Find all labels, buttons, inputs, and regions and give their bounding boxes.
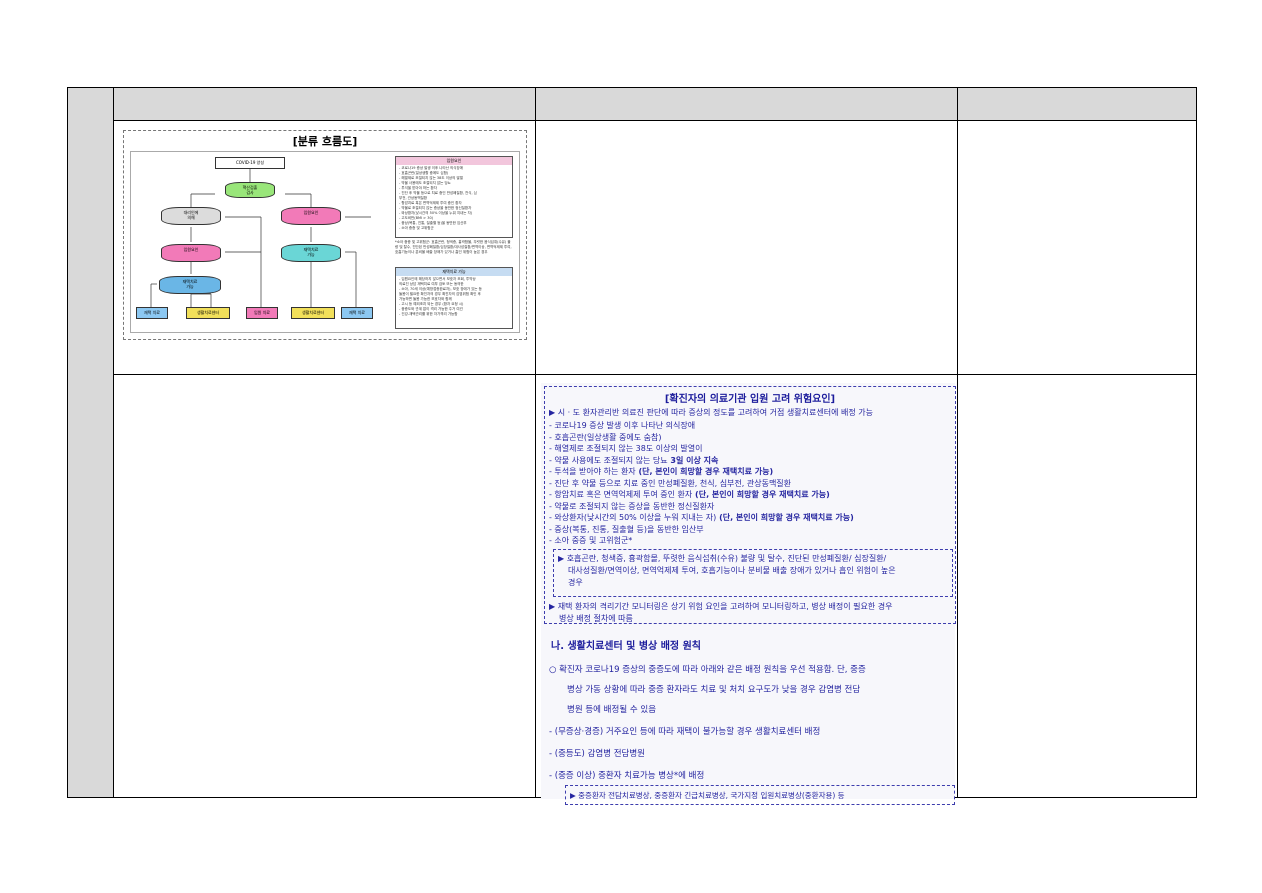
risk-factor-panel: [확진자의 의료기관 입원 고려 위험요인] ▶ 시 · 도 환자관리반 의료진… [541,383,956,805]
rule-2: - (중등도) 감염병 전담병원 [549,749,646,759]
flow-decision-2: 대리인에 의해 [161,207,221,225]
home-treatment-title: 재택치료 가능 [396,268,512,276]
risk-item: - 중상(복통, 진통, 질출혈 등)을 동반한 임산부 [549,524,704,534]
comparison-table: [분류 흐름도] COVID-19 양성 핵산검출 검사 대리인에 의해 입원요… [67,87,1197,805]
flow-decision-1: 핵산검출 검사 [225,182,275,198]
risk-item: - 투석을 받아야 하는 환자 (단, 본인이 희망할 경우 재택치료 가능) [549,467,774,476]
flowchart-canvas: COVID-19 양성 핵산검출 검사 대리인에 의해 입원요인 입원요인 재택… [130,151,520,333]
rule-3: - (중증 이상) 중환자 치료가능 병상*에 배정 [549,771,705,781]
footnote-text: ▶ 중증환자 전담치료병상, 중증환자 긴급치료병상, 국가지정 입원치료병상(… [570,791,845,800]
principle-line-1: ○ 확진자 코로나19 증상의 중증도에 따라 아래와 같은 배정 원칙을 우선… [549,665,866,675]
home-treatment-list: - 입원요인에 해당하지 않으면서 보호자 조회, 투약상 의료진 상담 재택치… [396,276,512,318]
flow-decision-5: 재택치료 가능 [281,244,341,262]
flow-outcome-hospital: 입원 치료 [246,307,278,319]
child-note-line-2: 대사성질환/면역이상, 면역억제제 투여, 호흡기능이나 분비물 배출 장애가 … [568,566,896,575]
flowchart-title: [분류 흐름도] [292,135,358,148]
risk-title: [확진자의 의료기관 입원 고려 위험요인] [664,394,836,405]
principle-line-3: 병원 등에 배정될 수 있음 [567,705,657,715]
classification-flowchart: [분류 흐름도] COVID-19 양성 핵산검출 검사 대리인에 의해 입원요… [123,130,527,340]
child-note-line-3: 경우 [568,578,583,587]
side-list-item: - 소아 중증 및 고위험군 [399,226,434,230]
risk-intro: ▶ 시 · 도 환자관리반 의료진 판단에 따라 증상의 정도를 고려하여 거점… [549,408,873,417]
child-risk-note: *소아 중증 및 고위험군: 호흡곤란, 청색증, 흉곽함몰, 뚜렷한 음식섭취… [395,240,512,254]
footnote-box: ▶ 중증환자 전담치료병상, 중증환자 긴급치료병상, 국가지정 입원치료병상(… [565,785,955,805]
risk-item-bold: 3일 이상 지속 [667,455,719,465]
home-treatment-box: 재택치료 가능 - 입원요인에 해당하지 않으면서 보호자 조회, 투약상 의료… [395,267,513,329]
flow-decision-3: 입원요인 [281,207,341,225]
risk-item-bold: (단, 본인이 희망할 경우 재택치료 가능) [635,467,774,476]
admission-factors-list: - 코로나19 증상 발생 이후 나타난 의식장애 - 호흡곤란(일상생활 중에도… [396,165,512,232]
risk-item: - 약물 사용에도 조절되지 않는 당뇨 3일 이상 지속 [549,455,719,465]
flow-outcome-center-2: 생활치료센터 [291,307,335,319]
risk-item: - 호흡곤란(일상생활 중에도 숨참) [549,432,662,442]
flow-start-box: COVID-19 양성 [215,157,285,169]
table-header-row [68,88,1196,121]
rule-1: - (무증상·경증) 거주요인 등에 따라 재택이 불가능할 경우 생활치료센터… [549,727,821,737]
row-number-column [68,88,113,797]
principle-line-2: 병상 가동 상황에 따라 중증 환자라도 치료 및 처치 요구도가 낮을 경우 … [567,685,861,695]
risk-item: - 코로나19 증상 발생 이후 나타난 의식장애 [549,421,696,430]
flow-outcome-home-1: 재택 치료 [136,307,168,319]
risk-item: - 약물로 조절되지 않는 증상을 동반한 정신질환자 [549,501,715,511]
side-list-item: - 건강-재택관리를 위한 자가격리 가능함 [399,312,458,316]
child-note-line-1: ▶ 호흡곤란, 청색증, 흉곽함몰, 뚜렷한 음식섭취(수유) 불량 및 탈수,… [558,554,887,563]
risk-item: - 항암치료 혹은 면역억제제 투여 중인 환자 (단, 본인이 희망할 경우 … [549,490,830,499]
risk-item-bold: (단, 본인이 희망할 경우 재택치료 가능) [692,490,830,499]
risk-factor-box: [확진자의 의료기관 입원 고려 위험요인] ▶ 시 · 도 환자관리반 의료진… [544,386,956,624]
flow-outcome-home-2: 재택 치료 [341,307,373,319]
flow-outcome-center-1: 생활치료센터 [186,307,230,319]
risk-item: - 해열제로 조절되지 않는 38도 이상의 발열이 [549,444,703,453]
home-note-line-2: 병상 배정 절차에 따름 [559,614,633,623]
risk-item: - 소아 중증 및 고위험군* [549,536,633,545]
home-note-line-1: ▶ 재택 환자의 격리기간 모니터링은 상기 위험 요인을 고려하여 모니터링하… [549,602,893,611]
risk-item: - 와상환자(낮시간의 50% 이상을 누워 지내는 자) (단, 본인이 희망… [549,513,854,522]
admission-factors-title: 입원요인 [396,157,512,165]
risk-item-bold: (단, 본인이 희망할 경우 재택치료 가능) [716,513,854,522]
flow-decision-4: 입원요인 [161,244,221,262]
admission-factors-box: 입원요인 - 코로나19 증상 발생 이후 나타난 의식장애 - 호흡곤란(일상생… [395,156,513,238]
flow-decision-6: 재택치료 가능 [159,276,221,294]
section-title: 나. 생활치료센터 및 병상 배정 원칙 [551,641,702,652]
child-note-box: ▶ 호흡곤란, 청색증, 흉곽함몰, 뚜렷한 음식섭취(수유) 불량 및 탈수,… [553,549,953,597]
risk-item: - 진단 후 약물 등으로 치료 중인 만성폐질환, 천식, 심부전, 관상동맥… [549,478,792,488]
